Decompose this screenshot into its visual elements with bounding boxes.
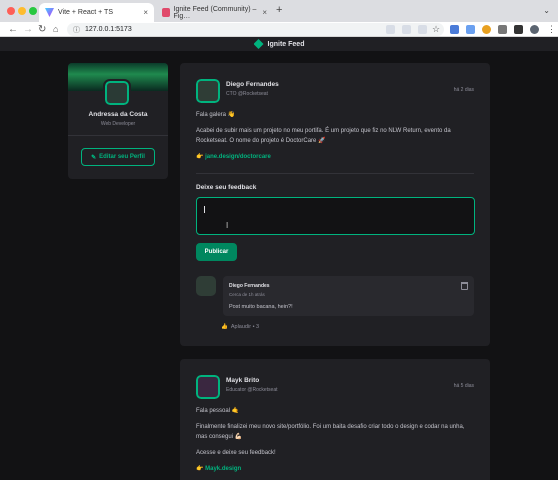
share-icon[interactable] — [418, 25, 427, 34]
publish-button[interactable]: Publicar — [196, 243, 237, 261]
comment-time: Cerca de 1h atrás — [229, 292, 265, 297]
post-greeting: Fala galera 👋 — [196, 112, 236, 118]
chrome-icon[interactable] — [482, 25, 491, 34]
comment: Diego Fernandes Cerca de 1h atrás Post m… — [223, 276, 474, 316]
post-time: há 2 dias — [453, 87, 474, 93]
divider — [196, 173, 474, 174]
avatar[interactable] — [196, 276, 216, 296]
browser-tab-bar: Vite + React + TS × Ignite Feed (Communi… — [0, 0, 558, 22]
puzzle-icon[interactable] — [498, 25, 507, 34]
vite-icon — [45, 8, 54, 17]
applaud-button[interactable]: 👍 Aplaudir • 3 — [221, 324, 259, 330]
divider — [68, 135, 168, 136]
author-name: Diego Fernandes — [226, 81, 279, 88]
url-text: 127.0.0.1:5173 — [85, 26, 132, 33]
tab-figma[interactable]: Ignite Feed (Community) – Fig… × — [156, 3, 273, 22]
ibeam-cursor-icon: I — [226, 221, 229, 230]
reload-icon[interactable]: ↻ — [38, 23, 46, 36]
pencil-icon: ✎ — [91, 154, 97, 161]
maximize-window-button[interactable] — [29, 7, 37, 15]
plus-icon[interactable]: + — [276, 4, 282, 16]
comment-author: Diego Fernandes — [229, 283, 270, 289]
logo-icon — [253, 39, 264, 49]
post-link[interactable]: 👉 Mayk.design — [196, 466, 241, 472]
post-time: há 5 dias — [453, 383, 474, 389]
profile-sidebar: Andressa da Costa Web Developer ✎ Editar… — [68, 63, 168, 179]
profile-role: Web Developer — [100, 121, 136, 127]
post-greeting: Fala pessoal 🤙 — [196, 408, 240, 414]
post: Mayk Brito Educator @Rocketseat há 5 dia… — [180, 359, 490, 480]
post-body: Finalmente finalizei meu novo site/portf… — [196, 424, 465, 440]
star-icon[interactable]: ☆ — [432, 23, 440, 36]
extension-icon[interactable] — [466, 25, 475, 34]
avatar[interactable] — [194, 373, 222, 401]
zoom-icon[interactable] — [402, 25, 411, 34]
profile-name: Andressa da Costa — [88, 111, 148, 118]
text-caret — [204, 206, 205, 213]
avatar[interactable] — [194, 77, 222, 105]
browser-toolbar: ← → ↻ ⌂ ⓘ 127.0.0.1:5173 ☆ ⋮ — [0, 22, 558, 37]
post-body: Acabei de subir mais um projeto no meu p… — [196, 128, 451, 144]
avatar — [103, 79, 131, 107]
app-title: Ignite Feed — [267, 40, 305, 48]
post-content: Fala pessoal 🤙 Finalmente finalizei meu … — [196, 406, 474, 480]
comment-text: Post muito bacana, hein?! — [229, 304, 293, 310]
chevron-down-icon[interactable]: ⌄ — [543, 6, 550, 15]
tab-vite[interactable]: Vite + React + TS × — [39, 3, 154, 22]
post: Diego Fernandes CTO @Rocketseat há 2 dia… — [180, 63, 490, 346]
sidebar-icon[interactable] — [514, 25, 523, 34]
post-cta: Acesse e deixe seu feedback! — [196, 450, 276, 456]
forward-icon[interactable]: → — [23, 23, 33, 36]
info-icon[interactable]: ⓘ — [73, 25, 80, 35]
thumbs-up-icon: 👍 — [221, 324, 228, 330]
profile-avatar-icon[interactable] — [530, 25, 539, 34]
tab-title: Vite + React + TS — [58, 9, 113, 16]
tab-title: Ignite Feed (Community) – Fig… — [173, 5, 257, 20]
comment-textarea[interactable]: I — [196, 197, 475, 235]
figma-icon — [162, 8, 170, 17]
author-name: Mayk Brito — [226, 377, 260, 384]
trash-icon[interactable] — [461, 282, 468, 290]
close-icon[interactable]: × — [262, 8, 267, 17]
back-icon[interactable]: ← — [8, 23, 18, 36]
app-header: Ignite Feed — [0, 37, 558, 51]
applaud-label: Aplaudir • 3 — [230, 324, 260, 330]
edit-profile-label: Editar seu Perfil — [99, 154, 145, 160]
post-content: Fala galera 👋 Acabei de subir mais um pr… — [196, 110, 474, 168]
edit-profile-button[interactable]: ✎ Editar seu Perfil — [81, 148, 155, 166]
close-window-button[interactable] — [7, 7, 15, 15]
author-role: Educator @Rocketseat — [226, 387, 278, 393]
extension-icon[interactable] — [450, 25, 459, 34]
feedback-label: Deixe seu feedback — [196, 184, 257, 191]
minimize-window-button[interactable] — [18, 7, 26, 15]
close-icon[interactable]: × — [143, 8, 148, 17]
menu-icon[interactable]: ⋮ — [547, 23, 556, 36]
home-icon[interactable]: ⌂ — [53, 23, 58, 36]
post-link[interactable]: 👉 jane.design/doctorcare — [196, 154, 271, 160]
translate-icon[interactable] — [386, 25, 395, 34]
author-role: CTO @Rocketseat — [226, 91, 268, 97]
